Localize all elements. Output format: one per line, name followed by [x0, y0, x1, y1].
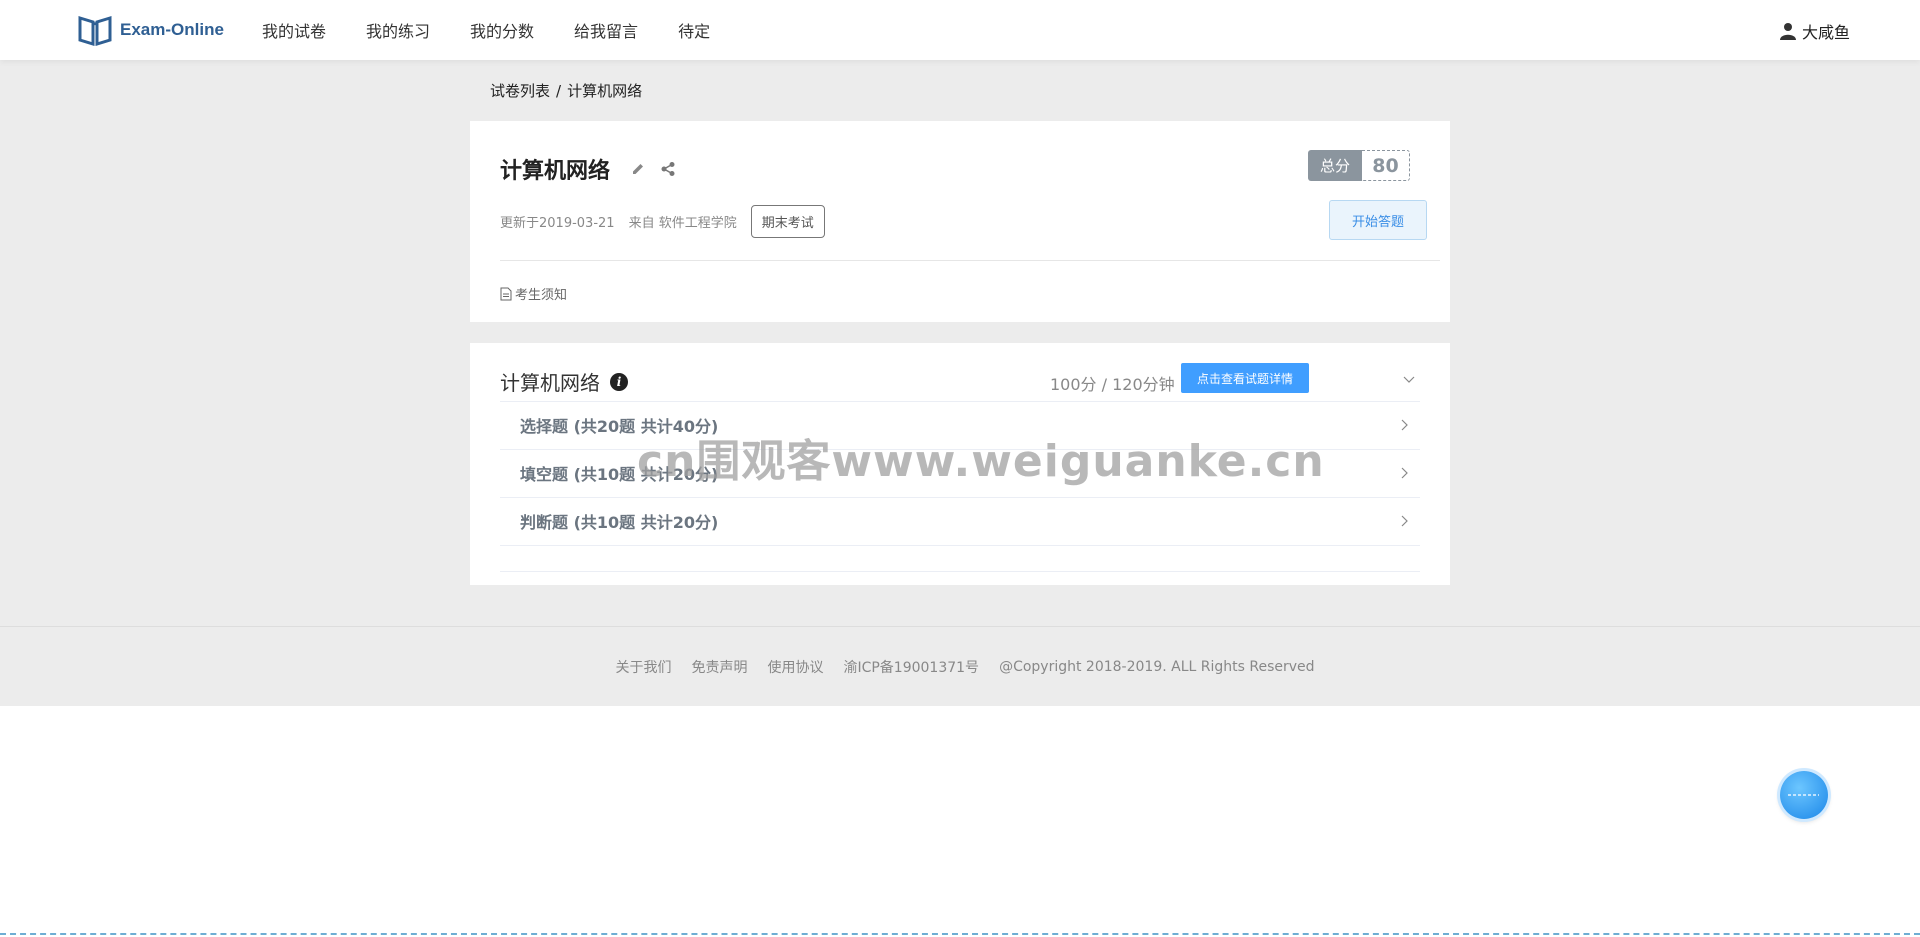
view-details-button[interactable]: 点击查看试题详情 [1181, 363, 1309, 393]
user-menu[interactable]: 大咸鱼 [1779, 19, 1850, 43]
brand-name: Exam-Online [120, 20, 224, 39]
footer-link-about[interactable]: 关于我们 [615, 657, 671, 677]
nav-my-papers[interactable]: 我的试卷 [262, 18, 326, 42]
exam-info-card: 计算机网络 总分 80 更新于2019-03-21 来自 软件工程学院 期末考试… [470, 121, 1450, 322]
logo[interactable]: Exam-Online [78, 14, 224, 46]
question-section-card: 计算机网络 i 100分 / 120分钟 点击查看试题详情 选择题 (共20题 … [470, 343, 1450, 585]
share-icon[interactable] [660, 161, 676, 177]
total-score-label: 总分 [1308, 150, 1362, 181]
chevron-right-icon [1401, 515, 1408, 527]
question-type-label: 判断题 (共10题 共计20分) [520, 513, 719, 532]
breadcrumb: 试卷列表 / 计算机网络 [490, 80, 642, 101]
info-icon[interactable]: i [610, 372, 628, 391]
exam-type-tag: 期末考试 [750, 205, 825, 238]
main-nav: 我的试卷 我的练习 我的分数 给我留言 待定 [262, 0, 750, 60]
chevron-right-icon [1401, 467, 1408, 479]
total-score-value: 80 [1362, 150, 1410, 181]
top-navbar: Exam-Online 我的试卷 我的练习 我的分数 给我留言 待定 大咸鱼 [0, 0, 1920, 60]
section-title-wrap: 计算机网络 i [500, 367, 628, 396]
breadcrumb-parent[interactable]: 试卷列表 [490, 82, 550, 100]
question-type-row[interactable]: 判断题 (共10题 共计20分) [500, 497, 1420, 545]
edit-icon[interactable] [630, 161, 646, 177]
footer-link-disclaimer[interactable]: 免责声明 [691, 657, 747, 677]
divider [500, 545, 1420, 546]
nav-my-practice[interactable]: 我的练习 [366, 18, 430, 42]
footer-copyright: @Copyright 2018-2019. ALL Rights Reserve… [999, 658, 1315, 675]
exam-notice-label: 考生须知 [515, 288, 568, 303]
section-score-time: 100分 / 120分钟 [1050, 375, 1175, 394]
updated-date: 更新于2019-03-21 [500, 216, 615, 231]
nav-pending[interactable]: 待定 [678, 18, 710, 42]
dashes-icon [1788, 794, 1819, 796]
question-type-row[interactable]: 选择题 (共20题 共计40分) [500, 401, 1420, 449]
footer-link-terms[interactable]: 使用协议 [767, 657, 823, 677]
document-icon [500, 287, 512, 300]
chevron-down-icon[interactable] [1398, 368, 1420, 390]
question-type-row[interactable]: 填空题 (共10题 共计20分) [500, 449, 1420, 497]
question-type-label: 选择题 (共20题 共计40分) [520, 417, 719, 436]
start-exam-button[interactable]: 开始答题 [1329, 200, 1427, 240]
nav-leave-message[interactable]: 给我留言 [574, 18, 638, 42]
exam-source: 来自 软件工程学院 [628, 216, 737, 231]
exam-meta: 更新于2019-03-21 来自 软件工程学院 期末考试 [500, 205, 839, 238]
breadcrumb-current: 计算机网络 [567, 82, 643, 100]
nav-my-scores[interactable]: 我的分数 [470, 18, 534, 42]
total-score-badge: 总分 80 [1308, 150, 1410, 181]
chevron-right-icon [1401, 419, 1408, 431]
section-header[interactable]: 计算机网络 i 100分 / 120分钟 点击查看试题详情 [500, 361, 1420, 401]
user-name: 大咸鱼 [1801, 23, 1850, 42]
exam-title-row: 计算机网络 [500, 153, 676, 185]
book-logo-icon [78, 15, 112, 46]
floating-action-button[interactable] [1780, 771, 1828, 819]
footer: 关于我们 免责声明 使用协议 渝ICP备19001371号 @Copyright… [0, 626, 1920, 706]
exam-title: 计算机网络 [500, 159, 611, 184]
exam-notice-link[interactable]: 考生须知 [500, 284, 567, 303]
bottom-dashed-border [0, 933, 1920, 935]
divider [500, 571, 1420, 572]
user-icon [1779, 23, 1796, 40]
breadcrumb-separator: / [556, 82, 562, 100]
section-title: 计算机网络 [500, 371, 600, 395]
divider [500, 260, 1440, 261]
footer-link-icp[interactable]: 渝ICP备19001371号 [843, 657, 979, 677]
question-type-label: 填空题 (共10题 共计20分) [520, 465, 719, 484]
